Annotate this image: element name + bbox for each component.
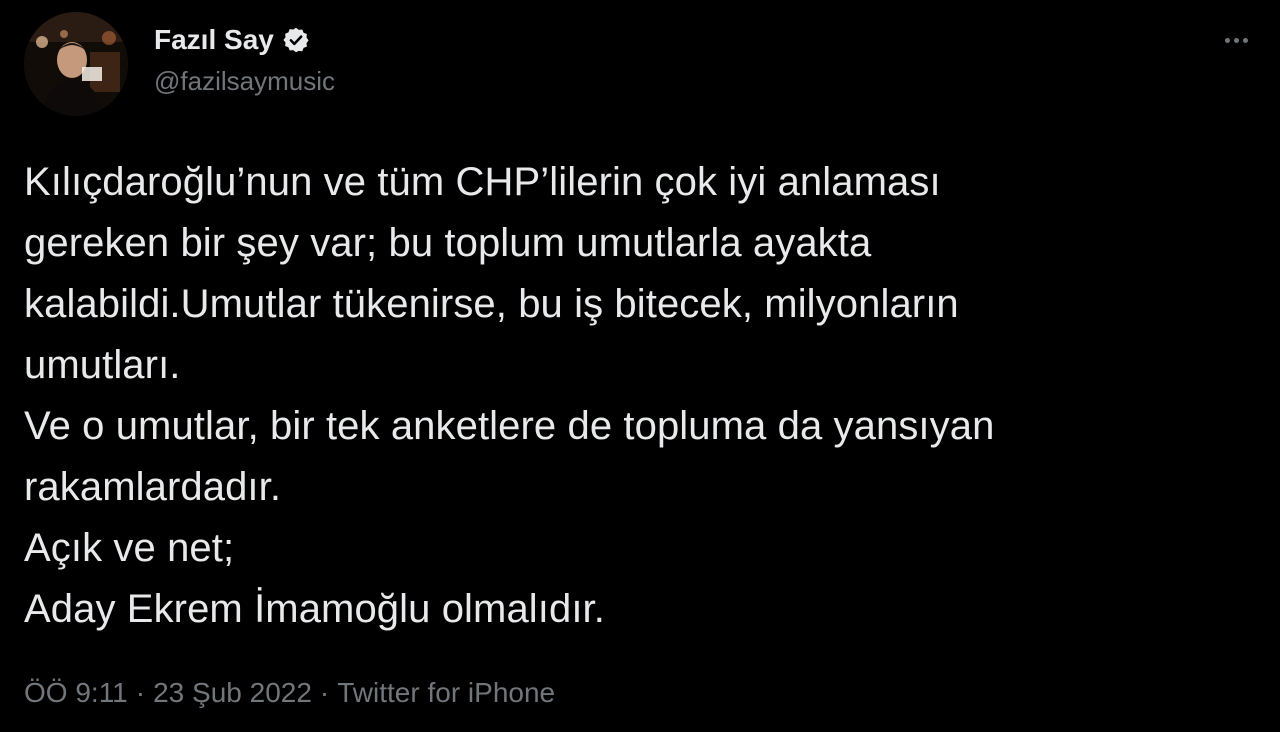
tweet-time[interactable]: ÖÖ 9:11 [24, 677, 128, 708]
name-row: Fazıl Say [154, 22, 335, 58]
more-options-icon [1242, 37, 1248, 43]
tweet-text-line: umutları. [24, 343, 181, 387]
user-handle[interactable]: @fazilsaymusic [154, 64, 335, 98]
tweet-text-line: Açık ve net; [24, 526, 235, 570]
tweet-date[interactable]: 23 Şub 2022 [153, 677, 312, 708]
tweet-text-line: Kılıçdaroğlu’nun ve tüm CHP’lilerin çok … [24, 160, 941, 204]
avatar-photo-icon [24, 12, 128, 116]
tweet-card: Fazıl Say @fazilsaymusic Kılıçdaroğlu’nu… [0, 0, 1280, 732]
tweet-text: Kılıçdaroğlu’nun ve tüm CHP’lilerin çok … [24, 152, 1256, 640]
author-info: Fazıl Say @fazilsaymusic [154, 22, 335, 98]
tweet-text-line: Aday Ekrem İmamoğlu olmalıdır. [24, 587, 605, 631]
tweet-metadata: ÖÖ 9:11 · 23 Şub 2022 · Twitter for iPhone [24, 673, 555, 713]
tweet-text-line: rakamlardadır. [24, 465, 282, 509]
tweet-text-line: gereken bir şey var; bu toplum umutlarla… [24, 221, 872, 265]
meta-separator: · [319, 677, 330, 708]
tweet-text-line: kalabildi.Umutlar tükenirse, bu iş bitec… [24, 282, 959, 326]
more-options-icon [1233, 37, 1239, 43]
more-options-button[interactable] [1216, 28, 1256, 52]
avatar[interactable] [24, 12, 128, 116]
more-options-icon [1224, 37, 1230, 43]
tweet-text-line: Ve o umutlar, bir tek anketlere de toplu… [24, 404, 995, 448]
tweet-source[interactable]: Twitter for iPhone [337, 677, 555, 708]
meta-separator: · [135, 677, 146, 708]
verified-badge-icon [282, 26, 310, 54]
display-name[interactable]: Fazıl Say [154, 22, 274, 58]
